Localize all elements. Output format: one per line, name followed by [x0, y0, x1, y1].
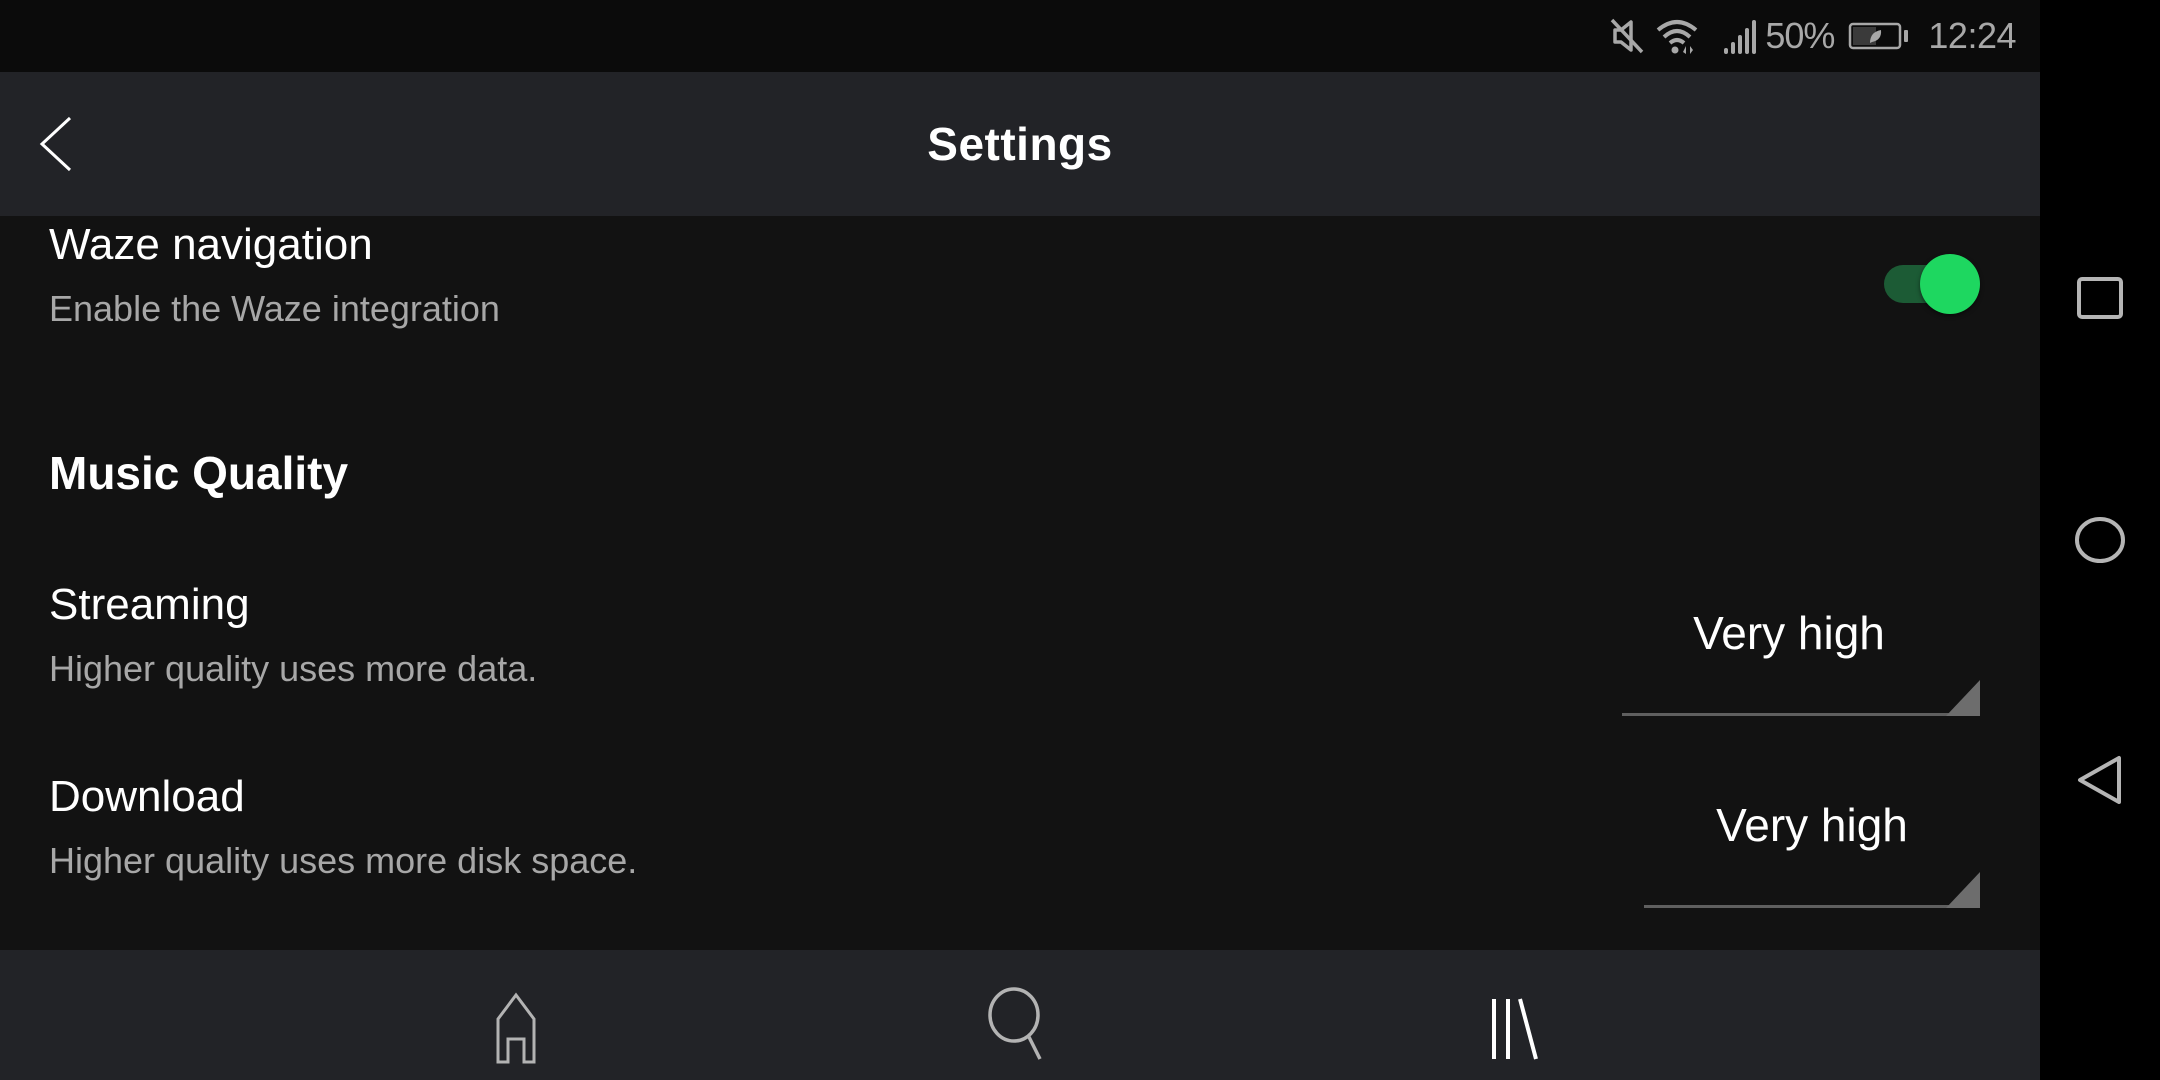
download-subtitle: Higher quality uses more disk space. [49, 840, 638, 881]
settings-list: Waze navigation Enable the Waze integrat… [0, 216, 2040, 950]
recents-icon [2077, 277, 2123, 319]
status-bar: 50% 12:24 [0, 0, 2040, 72]
app-header: Settings [0, 72, 2040, 216]
home-button[interactable] [2070, 510, 2130, 570]
nav-library[interactable] [1484, 985, 1564, 1065]
bottom-navigation [0, 950, 2040, 1080]
dropdown-underline [1644, 905, 1980, 908]
streaming-quality-value: Very high [1693, 607, 1885, 659]
signal-icon [1723, 16, 1759, 56]
download-title: Download [49, 772, 245, 821]
library-icon [1492, 998, 1538, 1060]
dropdown-arrow-icon [1946, 872, 1980, 908]
music-quality-heading: Music Quality [49, 447, 349, 499]
wifi-icon [1655, 16, 1699, 56]
dropdown-underline [1622, 713, 1980, 716]
waze-subtitle: Enable the Waze integration [49, 288, 500, 329]
streaming-title: Streaming [49, 580, 250, 629]
toggle-thumb [1920, 254, 1980, 314]
download-quality-value: Very high [1716, 799, 1908, 851]
dropdown-arrow-icon [1946, 680, 1980, 716]
back-triangle-icon [2078, 756, 2121, 804]
battery-percent: 50% [1765, 15, 1835, 56]
streaming-quality-dropdown[interactable]: Very high [1622, 606, 1980, 716]
streaming-subtitle: Higher quality uses more data. [49, 648, 538, 689]
nav-home[interactable] [476, 985, 556, 1065]
status-icons: 50% 12:24 [1609, 0, 2016, 72]
waze-toggle[interactable] [1884, 251, 1980, 314]
search-icon [988, 987, 1042, 1060]
app-screen: 50% 12:24 Settings Waze navigation Enabl… [0, 0, 2040, 1080]
download-quality-dropdown[interactable]: Very high [1644, 798, 1980, 908]
home-circle-icon [2075, 517, 2125, 563]
waze-title: Waze navigation [49, 220, 373, 269]
home-icon [496, 992, 536, 1064]
mute-icon [1609, 16, 1645, 56]
page-title: Settings [927, 118, 1113, 170]
recents-button[interactable] [2070, 270, 2130, 330]
battery-saver-icon [1848, 20, 1912, 52]
nav-search[interactable] [976, 985, 1056, 1065]
clock: 12:24 [1928, 15, 2016, 56]
system-back-button[interactable] [2070, 750, 2130, 810]
system-navigation-bar [2040, 0, 2160, 1080]
